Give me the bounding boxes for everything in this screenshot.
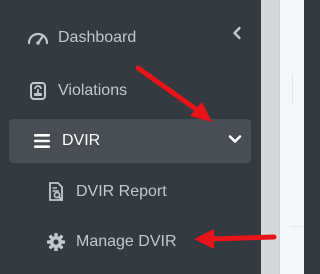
- chevron-left-icon[interactable]: [231, 26, 243, 40]
- content-panel: [279, 0, 304, 274]
- sidebar-item-label: Dashboard: [58, 29, 137, 46]
- sidebar-item-label: DVIR Report: [76, 183, 167, 200]
- sidebar-item-label: Manage DVIR: [76, 233, 177, 250]
- sidebar-item-label: DVIR: [62, 132, 101, 149]
- sidebar-item-label: Violations: [58, 82, 128, 99]
- tachograph-icon: [26, 81, 50, 101]
- sidebar-item-dvir-report[interactable]: DVIR Report: [44, 180, 244, 204]
- menu-bars-icon: [30, 133, 54, 149]
- sidebar-item-dvir[interactable]: DVIR: [30, 129, 246, 153]
- sidebar: Dashboard Violations DVIR DVIR Report Ma…: [0, 0, 261, 274]
- sidebar-item-manage-dvir[interactable]: Manage DVIR: [44, 230, 244, 254]
- content-divider: [292, 74, 293, 104]
- speedometer-icon: [26, 30, 50, 46]
- report-search-icon: [44, 182, 68, 202]
- sidebar-item-violations[interactable]: Violations: [26, 79, 252, 103]
- sidebar-item-dashboard[interactable]: Dashboard: [26, 26, 252, 50]
- content-divider: [290, 226, 302, 227]
- content-edge: [261, 0, 304, 274]
- gear-icon: [44, 232, 68, 252]
- chevron-down-icon[interactable]: [228, 133, 242, 145]
